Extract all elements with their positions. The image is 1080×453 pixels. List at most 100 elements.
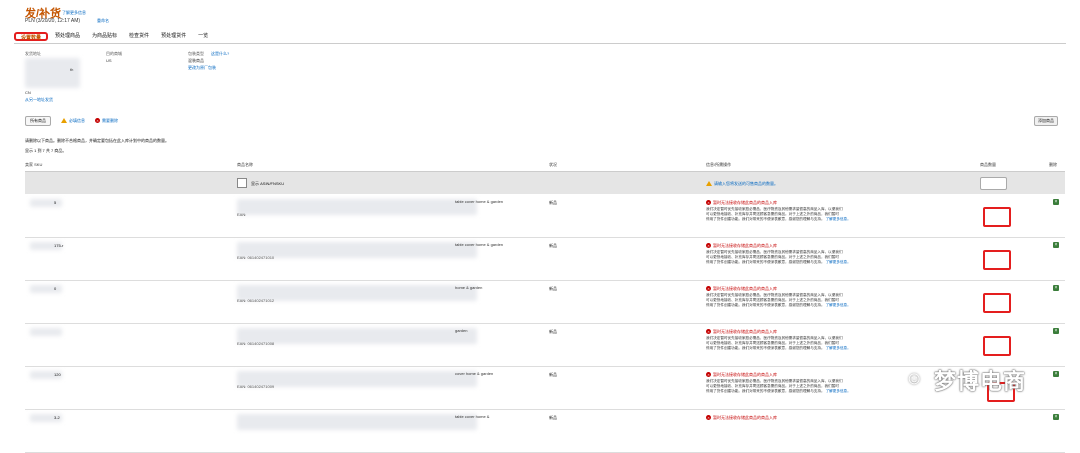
- error-heading-text: 暂时无法接收存储此商品的商品入库: [713, 286, 777, 291]
- error-heading-text: 暂时无法接收存储此商品的商品入库: [713, 415, 777, 420]
- error-body: 我们决定暂时优先接收家庭必需品、医疗物资及其他需求量很高的商品入库，以便我们 可以…: [706, 293, 906, 308]
- ship-to-value: US: [106, 58, 112, 63]
- quantity-input-highlight[interactable]: [983, 207, 1011, 227]
- learn-more-link[interactable]: 了解更多信息。: [826, 303, 851, 307]
- error-line: 停用了货件创建功能。我们对带来的不便深表歉意，感谢您的理解与支持。: [706, 389, 825, 393]
- error-icon: ×: [706, 372, 711, 378]
- error-icon: ×: [95, 118, 100, 124]
- error-body: 我们决定暂时优先接收家庭必需品、医疗物资及其他需求量很高的商品入库，以便我们 可以…: [706, 379, 906, 394]
- learn-more-link[interactable]: 了解更多信息。: [826, 389, 851, 393]
- packing-what-link[interactable]: 这是什么?: [211, 51, 229, 57]
- col-header-delete: 删除: [1049, 162, 1057, 167]
- bulk-row: [25, 172, 1065, 194]
- error-line: 停用了货件创建功能。我们对带来的不便深表歉意，感谢您的理解与支持。: [706, 346, 825, 350]
- product-title-tail[interactable]: cover home & garden: [455, 371, 493, 376]
- delete-icon[interactable]: ×: [1053, 242, 1059, 248]
- ship-from-address-blurred: [25, 58, 80, 88]
- error-heading: × 暂时无法接收存储此商品的商品入库: [706, 286, 777, 292]
- table-row: [25, 238, 1065, 281]
- learn-more-link[interactable]: 了解更多信息。: [826, 346, 851, 350]
- ean-text: EAN: 061402471008: [237, 341, 275, 346]
- packing-type-value: 混装商品: [188, 58, 204, 63]
- filter-remove-label: 需要删除: [102, 118, 118, 123]
- warning-icon: [706, 181, 712, 187]
- learn-more-link[interactable]: 了解更多信息。: [826, 260, 851, 264]
- ship-from-country: CN: [25, 90, 31, 95]
- product-title-tail[interactable]: table cover home &: [455, 414, 489, 419]
- tab-prepare-shipments[interactable]: 预处理货件: [156, 32, 191, 41]
- show-asin-label: 显示 ASIN/FNSKU: [251, 181, 285, 186]
- quantity-input-highlight[interactable]: [983, 250, 1011, 270]
- ship-to-label: 目的商城: [106, 51, 122, 56]
- product-title-tail[interactable]: home & garden: [455, 285, 482, 290]
- add-products-button[interactable]: 添加商品: [1034, 116, 1058, 126]
- table-row: [25, 324, 1065, 367]
- col-header-info: 信息/所需操作: [706, 162, 732, 167]
- ship-from-tail: th: [70, 67, 74, 72]
- col-header-condition[interactable]: 状况: [549, 162, 557, 168]
- quantity-input-highlight[interactable]: [983, 293, 1011, 313]
- table-row: [25, 281, 1065, 324]
- filter-required[interactable]: 必填信息: [61, 118, 85, 124]
- packing-type-label: 包装类型: [188, 51, 204, 56]
- sku-text[interactable]: 0: [54, 286, 56, 291]
- product-title-tail[interactable]: table cover home & garden: [455, 199, 503, 204]
- table-row: [25, 410, 1065, 453]
- error-icon: ×: [706, 286, 711, 292]
- tab-prep-products[interactable]: 预处理商品: [50, 32, 85, 41]
- delete-icon[interactable]: ×: [1053, 371, 1059, 377]
- tab-label-products[interactable]: 为商品贴标: [87, 32, 122, 41]
- filter-bar: 所有商品 必填信息 × 需要删除: [25, 116, 118, 126]
- item-count: 显示 1 到 7 共 7 商品。: [25, 148, 67, 153]
- learn-more-link[interactable]: 了解更多信息: [62, 10, 86, 16]
- delete-icon[interactable]: ×: [1053, 285, 1059, 291]
- error-icon: ×: [706, 415, 711, 421]
- error-icon: ×: [706, 200, 711, 206]
- error-line: 停用了货件创建功能。我们对带来的不便深表歉意，感谢您的理解与支持。: [706, 217, 825, 221]
- product-title-tail[interactable]: table cover home & garden: [455, 242, 503, 247]
- workflow-tabs: 设置数量 预处理商品 为商品贴标 检查货件 预处理货件 一览: [14, 32, 215, 41]
- error-heading-text: 暂时无法接收存储此商品的商品入库: [713, 329, 777, 334]
- tab-set-quantity[interactable]: 设置数量: [14, 32, 49, 41]
- packing-change-link[interactable]: 更改为原厂包装: [188, 65, 216, 71]
- col-header-sku[interactable]: 卖家 SKU: [25, 162, 42, 168]
- sku-text[interactable]: 175-r: [54, 243, 63, 248]
- error-body: 我们决定暂时优先接收家庭必需品、医疗物资及其他需求量很高的商品入库，以便我们 可以…: [706, 207, 906, 222]
- tab-summary[interactable]: 一览: [193, 32, 213, 41]
- ship-from-another-link[interactable]: 从另一地址发货: [25, 97, 53, 103]
- watermark-text: 梦博电商: [934, 369, 1027, 394]
- bulk-quantity-input[interactable]: [980, 177, 1007, 190]
- rename-link[interactable]: 重命名: [97, 18, 109, 24]
- filter-remove[interactable]: × 需要删除: [95, 118, 118, 124]
- condition-text: 新品: [549, 286, 557, 291]
- delete-icon[interactable]: ×: [1053, 328, 1059, 334]
- col-header-qty: 商品数量: [980, 162, 996, 167]
- sku-text[interactable]: 5: [54, 200, 56, 205]
- condition-text: 新品: [549, 200, 557, 205]
- col-header-title[interactable]: 商品名称: [237, 162, 253, 168]
- error-heading: × 暂时无法接收存储此商品的商品入库: [706, 372, 777, 378]
- sku-text[interactable]: 3-2: [54, 415, 60, 420]
- sku-text[interactable]: 120: [54, 372, 61, 377]
- plan-name: PLN (3/20/20, 12:17 AM): [25, 18, 81, 24]
- sku-blurred: [30, 199, 62, 207]
- error-body: 我们决定暂时优先接收家庭必需品、医疗物资及其他需求量很高的商品入库，以便我们 可以…: [706, 250, 906, 265]
- delete-icon[interactable]: ×: [1053, 414, 1059, 420]
- error-heading-text: 暂时无法接收存储此商品的商品入库: [713, 243, 777, 248]
- delete-icon[interactable]: ×: [1053, 199, 1059, 205]
- show-asin-checkbox[interactable]: [237, 178, 247, 188]
- error-heading: × 暂时无法接收存储此商品的商品入库: [706, 329, 777, 335]
- filter-required-label: 必填信息: [69, 118, 85, 123]
- tab-review-shipments[interactable]: 检查货件: [124, 32, 154, 41]
- product-title-tail[interactable]: garden: [455, 328, 467, 333]
- error-heading-text: 暂时无法接收存储此商品的商品入库: [713, 200, 777, 205]
- tab-divider: [14, 43, 1066, 44]
- learn-more-link[interactable]: 了解更多信息。: [826, 217, 851, 221]
- sku-blurred: [30, 328, 62, 336]
- quantity-input-highlight[interactable]: [983, 336, 1011, 356]
- filter-all-button[interactable]: 所有商品: [25, 116, 51, 126]
- bulk-warning: 请输入您将发送的可售商品的数量。: [706, 181, 778, 187]
- error-heading: × 暂时无法接收存储此商品的商品入库: [706, 200, 777, 206]
- condition-text: 新品: [549, 372, 557, 377]
- title-blurred: [237, 199, 477, 215]
